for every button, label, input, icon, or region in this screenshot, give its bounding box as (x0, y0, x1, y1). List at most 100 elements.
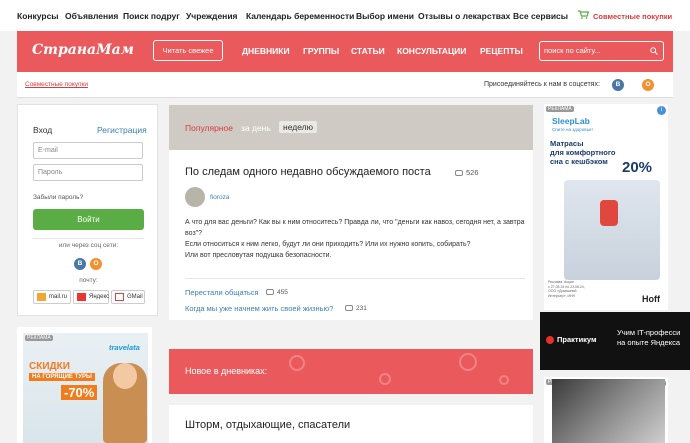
menu-groups[interactable]: ГРУППЫ (303, 46, 339, 56)
info-icon[interactable]: i (657, 106, 666, 115)
ad-fine-line: Интерьер», ИНН (548, 293, 576, 298)
related-post-count: 231 (345, 305, 367, 312)
related-post-count: 455 (266, 289, 288, 296)
comment-count-value: 526 (466, 168, 479, 177)
menu-diaries[interactable]: ДНЕВНИКИ (242, 46, 290, 56)
ad-discount: -70% (61, 385, 98, 400)
ad-photo-image (552, 379, 665, 443)
site-logo[interactable]: СтранаМам (32, 42, 134, 58)
author-link[interactable]: fioroza (210, 194, 230, 201)
nav-find-friends[interactable]: Поиск подруг (123, 11, 180, 21)
ok-icon[interactable]: О (642, 79, 654, 91)
post-paragraph: Или вот пресловутая подушка безопасности… (185, 252, 332, 259)
mailru-icon (37, 293, 46, 301)
ad-sale-subtext: НА ГОРЯЩИЕ ТУРЫ (29, 373, 95, 381)
post-title[interactable]: По следам одного недавно обсуждаемого по… (185, 166, 431, 178)
comment-count: 526 (455, 168, 479, 177)
yandex-button[interactable]: Яндекс (73, 290, 109, 304)
ad-tagline: Спите на здоровье! (552, 127, 593, 132)
ad-badge: РЕКЛАМА (546, 106, 574, 112)
avatar[interactable] (185, 187, 205, 207)
search-placeholder: поиск по сайту... (544, 46, 601, 55)
ad-badge: РЕКЛАМА (25, 335, 53, 341)
login-button[interactable]: Войти (33, 209, 144, 230)
gmail-icon (115, 293, 124, 301)
login-title: Вход (33, 125, 53, 135)
ad-praktikum[interactable]: Практикум Учим IT-професси на опыте Янде… (540, 312, 690, 370)
yandex-icon (77, 293, 86, 301)
diaries-header: Новое в дневниках: (169, 349, 533, 394)
login-panel: Вход Регистрация E-mail Пароль Забыли па… (17, 104, 158, 316)
comment-icon (455, 170, 463, 177)
password-field[interactable]: Пароль (33, 164, 143, 181)
register-link[interactable]: Регистрация (97, 125, 147, 135)
nav-name-choice[interactable]: Выбор имени (356, 11, 414, 21)
ad-headline: Матрасы для комфортного сна с кешбэком (550, 139, 616, 166)
site-header: СтранаМам Читать свежее ДНЕВНИКИ ГРУППЫ … (17, 31, 673, 72)
ad-sale-text: СКИДКИ (29, 361, 70, 372)
praktikum-line: на опыте Яндекса (617, 338, 681, 347)
comment-icon (345, 305, 353, 312)
gmail-label: GMail (127, 294, 143, 300)
menu-consultations[interactable]: КОНСУЛЬТАЦИИ (397, 46, 466, 56)
praktikum-text: Учим IT-професси на опыте Яндекса (617, 328, 680, 348)
post-body: А что для вас деньги? Как вы к ним относ… (185, 217, 525, 261)
ad-bed-image (564, 180, 660, 280)
login-vk-icon[interactable]: В (74, 258, 86, 270)
decor-circle (499, 375, 509, 385)
read-fresh-button[interactable]: Читать свежее (153, 40, 223, 61)
nav-contests[interactable]: Конкурсы (17, 11, 59, 21)
search-input[interactable]: поиск по сайту... (539, 41, 664, 61)
joint-purchases-sub-link[interactable]: Совместные покупки (25, 81, 88, 88)
related-post-link[interactable]: Перестали общаться (185, 288, 259, 297)
praktikum-line: Учим IT-професси (617, 328, 681, 337)
ad-sleeplab[interactable]: РЕКЛАМА i SleepLab Спите на здоровье! Ма… (544, 104, 668, 310)
mailru-button[interactable]: mail.ru (33, 290, 71, 304)
comment-icon (266, 289, 274, 296)
post-paragraph: А что для вас деньги? Как вы к ним относ… (185, 219, 525, 237)
forgot-password-link[interactable]: Забыли пароль? (33, 194, 83, 201)
login-ok-icon[interactable]: О (90, 258, 102, 270)
post-card: Шторм, отдыхающие, спасатели (169, 405, 533, 443)
praktikum-logo: Практикум (546, 335, 597, 345)
email-field[interactable]: E-mail (33, 142, 143, 159)
join-social-label: Присоединяйтесь к нам в соцсетях: (484, 81, 600, 88)
praktikum-icon (546, 336, 554, 345)
popular-bar: Популярное за день неделю (169, 105, 533, 150)
ad-travelata[interactable]: РЕКЛАМА travelata СКИДКИ НА ГОРЯЩИЕ ТУРЫ… (17, 327, 152, 443)
decor-circle (459, 353, 477, 371)
divider (185, 278, 525, 279)
ad-headline-line: для комфортного (550, 148, 616, 157)
top-navigation: Конкурсы Объявления Поиск подруг Учрежде… (0, 0, 690, 31)
ad-headline-line: сна с кешбэком (550, 157, 608, 166)
sub-bar: Совместные покупки Присоединяйтесь к нам… (17, 72, 673, 98)
period-week-tab[interactable]: неделю (279, 121, 317, 133)
nav-institutions[interactable]: Учреждения (186, 11, 238, 21)
joint-purchases-link[interactable]: Совместные покупки (593, 12, 672, 21)
ad-hoff-logo: Hoff (642, 294, 660, 304)
nav-all-services[interactable]: Все сервисы (513, 11, 568, 21)
mail-label: почту: (79, 277, 98, 284)
post-title[interactable]: Шторм, отдыхающие, спасатели (185, 419, 350, 431)
yandex-label: Яндекс (89, 294, 110, 300)
ad-banner: РЕКЛАМА travelata СКИДКИ НА ГОРЯЩИЕ ТУРЫ… (23, 333, 148, 443)
popular-label: Популярное (185, 123, 233, 133)
nav-ads[interactable]: Объявления (65, 11, 118, 21)
menu-recipes[interactable]: РЕЦЕПТЫ (480, 46, 523, 56)
ad-photo[interactable]: РЕКЛАМА i (544, 377, 668, 443)
search-icon[interactable] (650, 47, 658, 55)
nav-drug-reviews[interactable]: Отзывы о лекарствах (418, 11, 510, 21)
decor-circle (289, 355, 305, 371)
decor-circle (379, 373, 391, 385)
related-post-link[interactable]: Когда мы уже начнем жить своей жизнью? (185, 304, 333, 313)
related-count-value: 231 (356, 305, 367, 312)
menu-articles[interactable]: СТАТЬИ (351, 46, 385, 56)
ad-percent: 20% (622, 159, 653, 176)
ad-brand: SleepLab (552, 116, 590, 126)
vk-icon[interactable]: В (612, 79, 624, 91)
nav-pregnancy-calendar[interactable]: Календарь беременности (246, 11, 354, 21)
basket-icon (578, 10, 589, 19)
gmail-button[interactable]: GMail (111, 290, 145, 304)
post-paragraph: Если относиться к ним легко, будут ли он… (185, 241, 471, 248)
period-day-tab[interactable]: за день (241, 123, 271, 133)
